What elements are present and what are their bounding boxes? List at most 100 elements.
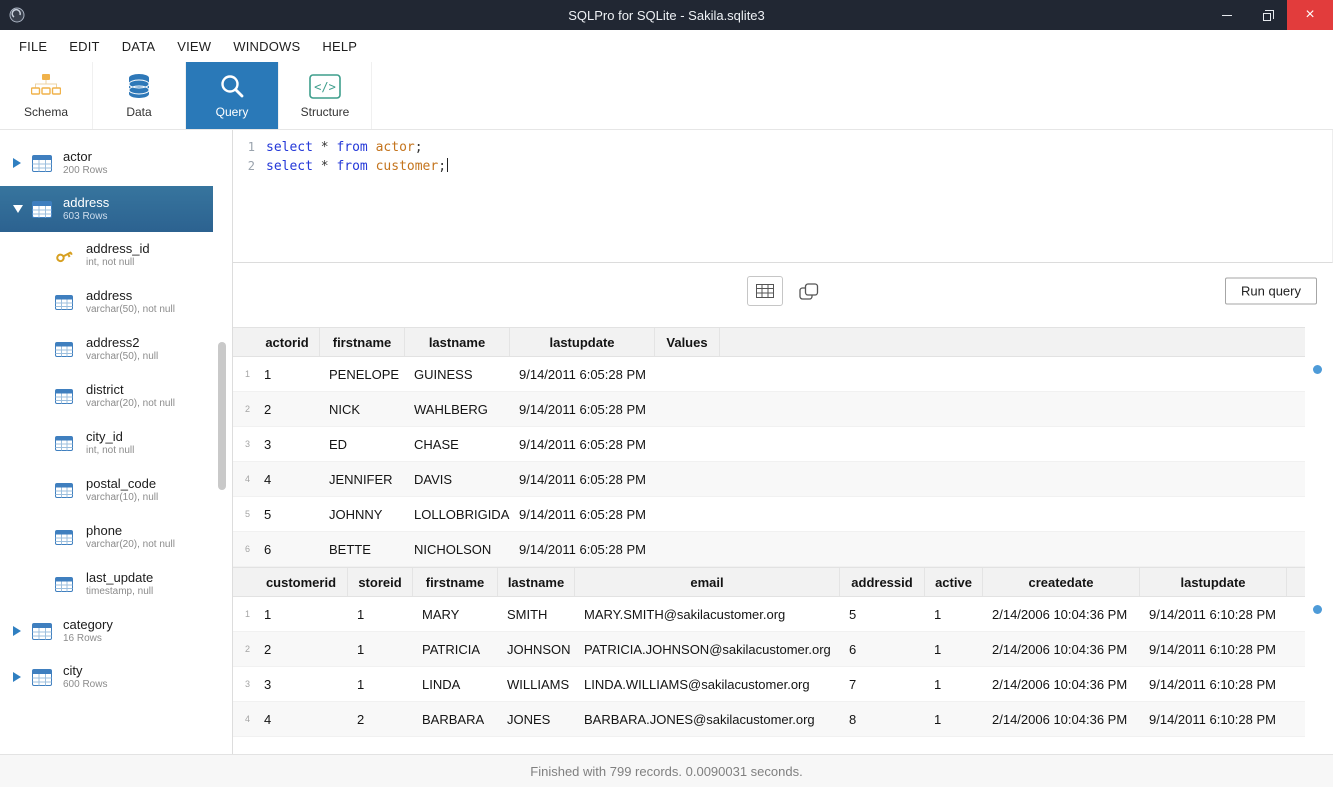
table-row[interactable]: 1 1 PENELOPE GUINESS 9/14/2011 6:05:28 PM [233, 357, 1305, 392]
cell[interactable] [655, 532, 720, 566]
cell[interactable]: 1 [925, 667, 983, 701]
cell[interactable]: NICK [320, 392, 405, 426]
sidebar-column-address2[interactable]: address2 varchar(50), null [0, 326, 213, 373]
cell[interactable]: DAVIS [405, 462, 510, 496]
cell[interactable]: 1 [925, 702, 983, 736]
sidebar-column-phone[interactable]: phone varchar(20), not null [0, 514, 213, 561]
cell[interactable]: 3 [255, 427, 320, 461]
table-row[interactable]: 4 4 2 BARBARA JONES BARBARA.JONES@sakilacusto… [233, 702, 1305, 737]
column-header-addressid[interactable]: addressid [840, 568, 925, 596]
cell[interactable]: 2/14/2006 10:04:36 PM [983, 632, 1140, 666]
cell[interactable]: MARY [413, 597, 498, 631]
table-row[interactable]: 5 5 JOHNNY LOLLOBRIGIDA 9/14/2011 6:05:28 PM [233, 497, 1305, 532]
cell[interactable]: 1 [255, 597, 348, 631]
cell[interactable]: LOLLOBRIGIDA [405, 497, 510, 531]
cell[interactable]: 9/14/2011 6:05:28 PM [510, 497, 655, 531]
sidebar-column-postal_code[interactable]: postal_code varchar(10), null [0, 467, 213, 514]
table-row[interactable]: 4 4 JENNIFER DAVIS 9/14/2011 6:05:28 PM [233, 462, 1305, 497]
sidebar-table-actor[interactable]: actor 200 Rows [0, 140, 213, 186]
tab-data[interactable]: Data [93, 62, 186, 129]
cell[interactable] [655, 497, 720, 531]
menu-view[interactable]: VIEW [166, 39, 222, 54]
cell[interactable] [655, 427, 720, 461]
column-header-lastupdate[interactable]: lastupdate [510, 328, 655, 356]
cell[interactable] [655, 462, 720, 496]
maximize-button[interactable] [1247, 0, 1287, 30]
cell[interactable]: 5 [255, 497, 320, 531]
cell[interactable]: ED [320, 427, 405, 461]
cell[interactable]: WILLIAMS [498, 667, 575, 701]
cell[interactable]: 2 [255, 392, 320, 426]
scrollbar-dot[interactable] [1313, 365, 1322, 374]
cell[interactable]: 2/14/2006 10:04:36 PM [983, 667, 1140, 701]
table-row[interactable]: 3 3 1 LINDA WILLIAMS LINDA.WILLIAMS@sakilacus… [233, 667, 1305, 702]
cell[interactable] [655, 392, 720, 426]
column-header-lastname[interactable]: lastname [405, 328, 510, 356]
cell[interactable]: 1 [348, 597, 413, 631]
cell[interactable]: 9/14/2011 6:05:28 PM [510, 462, 655, 496]
cell[interactable]: 9/14/2011 6:10:28 PM [1140, 632, 1287, 666]
sidebar-column-last_update[interactable]: last_update timestamp, null [0, 561, 213, 608]
column-header-firstname[interactable]: firstname [320, 328, 405, 356]
column-header-customerid[interactable]: customerid [255, 568, 348, 596]
sidebar-scrollbar-track[interactable] [213, 130, 232, 754]
cell[interactable]: PATRICIA [413, 632, 498, 666]
expand-icon[interactable] [13, 158, 23, 168]
cell[interactable]: 1 [348, 667, 413, 701]
cell[interactable]: WAHLBERG [405, 392, 510, 426]
close-button[interactable]: × [1287, 0, 1333, 30]
column-header-lastupdate[interactable]: lastupdate [1140, 568, 1287, 596]
run-query-button[interactable]: Run query [1225, 277, 1317, 305]
menu-file[interactable]: FILE [8, 39, 58, 54]
sql-editor[interactable]: 1 select * from actor; 2 select * from cust… [233, 130, 1333, 263]
cell[interactable]: 9/14/2011 6:10:28 PM [1140, 667, 1287, 701]
cell[interactable]: 9/14/2011 6:10:28 PM [1140, 702, 1287, 736]
cell[interactable]: JOHNSON [498, 632, 575, 666]
table-view-button[interactable] [747, 276, 783, 306]
cell[interactable]: 5 [840, 597, 925, 631]
expand-icon[interactable] [13, 672, 23, 682]
cell[interactable]: 8 [840, 702, 925, 736]
table-row[interactable]: 2 2 1 PATRICIA JOHNSON PATRICIA.JOHNSON@sakil… [233, 632, 1305, 667]
cell[interactable]: JENNIFER [320, 462, 405, 496]
sidebar-scrollbar-thumb[interactable] [218, 342, 226, 490]
cell[interactable]: 2/14/2006 10:04:36 PM [983, 702, 1140, 736]
cell[interactable]: 4 [255, 462, 320, 496]
scrollbar-dot[interactable] [1313, 605, 1322, 614]
cell[interactable]: 3 [255, 667, 348, 701]
cell[interactable]: 2 [255, 632, 348, 666]
sidebar-column-district[interactable]: district varchar(20), not null [0, 373, 213, 420]
cell[interactable]: JONES [498, 702, 575, 736]
minimize-button[interactable] [1207, 0, 1247, 30]
cell[interactable]: LINDA.WILLIAMS@sakilacustomer.org [575, 667, 840, 701]
cell[interactable]: 6 [840, 632, 925, 666]
cell[interactable]: 2/14/2006 10:04:36 PM [983, 597, 1140, 631]
table-row[interactable]: 3 3 ED CHASE 9/14/2011 6:05:28 PM [233, 427, 1305, 462]
cell[interactable]: 9/14/2011 6:10:28 PM [1140, 597, 1287, 631]
column-header-active[interactable]: active [925, 568, 983, 596]
cell[interactable]: 9/14/2011 6:05:28 PM [510, 357, 655, 391]
cell[interactable]: 1 [925, 597, 983, 631]
column-header-email[interactable]: email [575, 568, 840, 596]
cell[interactable]: GUINESS [405, 357, 510, 391]
table-row[interactable]: 1 1 1 MARY SMITH MARY.SMITH@sakilacustomer.or… [233, 597, 1305, 632]
cell[interactable]: 1 [255, 357, 320, 391]
sidebar-table-address[interactable]: address 603 Rows [0, 186, 213, 232]
column-header-storeid[interactable]: storeid [348, 568, 413, 596]
table-row[interactable]: 6 6 BETTE NICHOLSON 9/14/2011 6:05:28 PM [233, 532, 1305, 567]
cell[interactable]: LINDA [413, 667, 498, 701]
cell[interactable]: 9/14/2011 6:05:28 PM [510, 392, 655, 426]
cell[interactable]: 9/14/2011 6:05:28 PM [510, 427, 655, 461]
menu-help[interactable]: HELP [311, 39, 368, 54]
menu-windows[interactable]: WINDOWS [222, 39, 311, 54]
cell[interactable]: 9/14/2011 6:05:28 PM [510, 532, 655, 566]
sidebar-column-address[interactable]: address varchar(50), not null [0, 279, 213, 326]
column-header-lastname[interactable]: lastname [498, 568, 575, 596]
tab-structure[interactable]: </> Structure [279, 62, 372, 129]
cell[interactable]: 1 [348, 632, 413, 666]
expand-icon[interactable] [13, 626, 23, 636]
column-header-values[interactable]: Values [655, 328, 720, 356]
sidebar-table-city[interactable]: city 600 Rows [0, 654, 213, 700]
tab-query[interactable]: Query [186, 62, 279, 129]
cell[interactable]: PATRICIA.JOHNSON@sakilacustomer.org [575, 632, 840, 666]
